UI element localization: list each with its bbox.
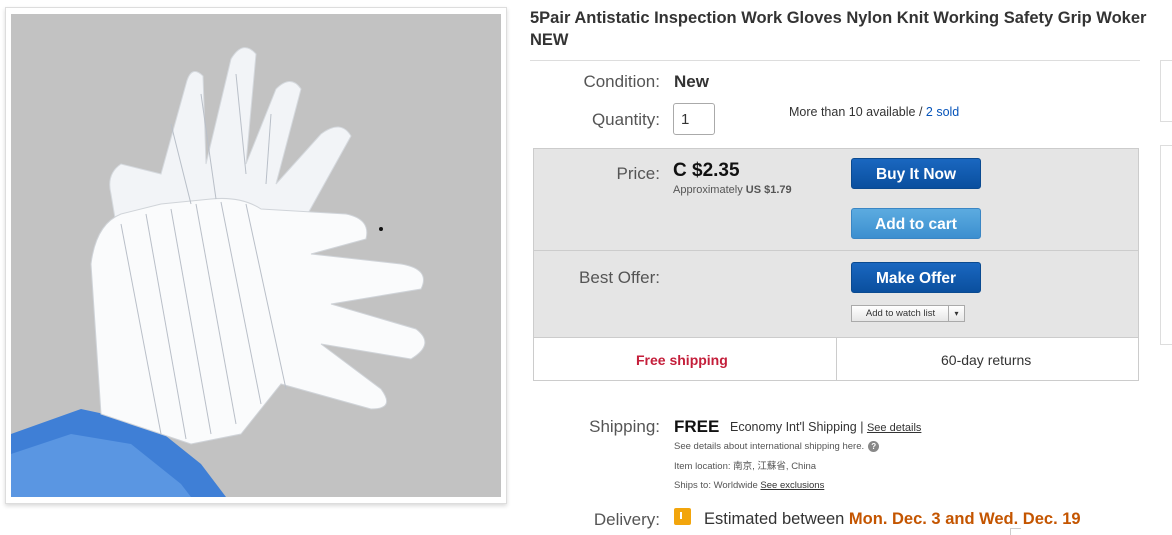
price-label: Price:: [616, 164, 660, 183]
delivery-prefix: Estimated between: [704, 510, 849, 528]
add-to-cart-button[interactable]: Add to cart: [851, 208, 981, 239]
chevron-down-icon[interactable]: ▾: [948, 306, 964, 321]
delivery-estimate: Estimated between Mon. Dec. 3 and Wed. D…: [704, 510, 1081, 529]
available-count: More than 10 available /: [789, 105, 926, 119]
condition-value: New: [674, 72, 709, 91]
see-exclusions-link[interactable]: See exclusions: [760, 480, 824, 491]
title-divider: [530, 60, 1140, 61]
shipping-label: Shipping:: [589, 417, 660, 436]
product-image[interactable]: [11, 14, 501, 497]
sold-count-link[interactable]: 2 sold: [926, 105, 959, 119]
item-title: 5Pair Antistatic Inspection Work Gloves …: [530, 9, 1147, 49]
free-shipping-badge: Free shipping: [636, 352, 728, 368]
item-page: 5Pair Antistatic Inspection Work Gloves …: [0, 0, 1172, 535]
ships-to: Ships to: Worldwide See exclusions: [674, 480, 824, 491]
side-panel-edge: [1160, 145, 1172, 345]
product-image-frame: [5, 7, 507, 504]
badges-divider: [836, 338, 837, 380]
delivery-label: Delivery:: [593, 510, 660, 529]
quantity-label: Quantity:: [591, 110, 660, 129]
add-to-watch-list-button[interactable]: Add to watch list ▾: [851, 305, 965, 322]
side-panel-edge: [1160, 60, 1172, 122]
delivery-range: Mon. Dec. 3 and Wed. Dec. 19: [848, 510, 1081, 528]
approx-value: US $1.79: [745, 184, 792, 196]
item-location: Item location: 南京, 江蘇省, China: [674, 461, 817, 472]
intl-shipping-note: See details about international shipping…: [674, 441, 880, 453]
availability-text: More than 10 available / 2 sold: [789, 105, 959, 119]
intl-note-text: See details about international shipping…: [674, 441, 865, 453]
returns-badge: 60-day returns: [941, 352, 1032, 368]
buybox-separator: [534, 250, 1138, 251]
see-details-link[interactable]: See details: [867, 422, 921, 434]
watch-list-label: Add to watch list: [865, 308, 936, 319]
tooltip-caret: [1010, 528, 1021, 535]
best-offer-label: Best Offer:: [579, 268, 660, 287]
ships-to-text: Ships to: Worldwide: [674, 480, 761, 491]
delivery-flag-icon: [674, 508, 691, 525]
quantity-input[interactable]: [673, 103, 715, 135]
shipping-cost: FREE: [674, 417, 720, 436]
buy-it-now-button[interactable]: Buy It Now: [851, 158, 981, 189]
help-circle-icon[interactable]: ?: [868, 441, 880, 452]
condition-label: Condition:: [583, 72, 660, 91]
shipping-method-text: Economy Int'l Shipping |: [730, 420, 867, 434]
gloves-illustration: [11, 47, 426, 497]
make-offer-button[interactable]: Make Offer: [851, 262, 981, 293]
price-approx: Approximately US $1.79: [673, 184, 792, 196]
shipping-method: Economy Int'l Shipping | See details: [730, 420, 921, 434]
price-value: C $2.35: [673, 160, 740, 181]
approx-prefix: Approximately: [673, 184, 746, 196]
